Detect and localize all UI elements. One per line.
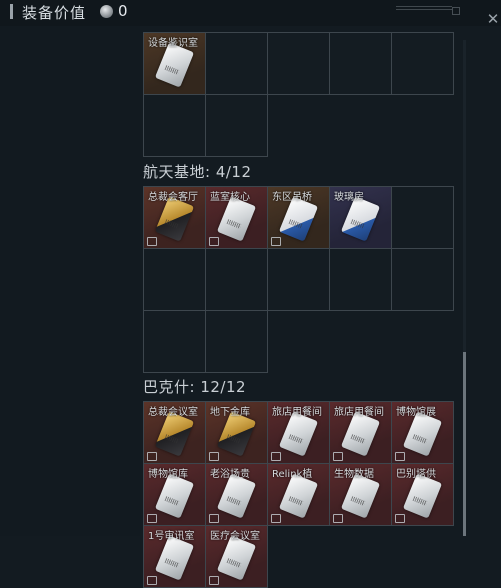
item-cell[interactable]: 老浴场贵 xyxy=(206,464,268,526)
keycard-icon xyxy=(402,411,443,457)
empty-slot xyxy=(330,249,392,311)
empty-slot xyxy=(206,249,268,311)
collected-icon xyxy=(209,452,219,461)
keycard-icon xyxy=(340,473,381,519)
header-accent-bar xyxy=(10,4,13,19)
empty-slot xyxy=(206,95,268,157)
page-title: 装备价值 xyxy=(22,4,87,22)
item-cell[interactable]: 玻璃房 xyxy=(330,187,392,249)
faint-box-icon xyxy=(452,7,460,15)
item-label: 总裁会议室 xyxy=(148,407,198,418)
item-label: 玻璃房 xyxy=(334,192,364,203)
scrollbar-thumb[interactable] xyxy=(463,352,466,536)
item-cell[interactable]: 旅店用餐间 xyxy=(330,402,392,464)
keycard-icon xyxy=(216,196,257,242)
keycard-icon xyxy=(278,196,319,242)
keycard-icon xyxy=(154,473,195,519)
collected-icon xyxy=(271,237,281,246)
collected-icon xyxy=(333,514,343,523)
empty-slot xyxy=(144,249,206,311)
equipment-value: 0 xyxy=(118,2,128,20)
keycard-icon xyxy=(154,411,195,457)
empty-slot xyxy=(392,187,454,249)
collected-icon xyxy=(209,237,219,246)
item-label: 巴别塔供 xyxy=(396,469,436,480)
item-cell[interactable]: 总裁会议室 xyxy=(144,402,206,464)
item-label: 设备鉴识室 xyxy=(148,38,198,49)
item-label: 老浴场贵 xyxy=(210,469,250,480)
empty-slot xyxy=(392,249,454,311)
grid-section-1: 总裁会客厅 蓝室核心 东区吊桥 玻璃房 xyxy=(143,186,454,373)
collected-icon xyxy=(147,452,157,461)
collected-icon xyxy=(395,452,405,461)
empty-slot xyxy=(330,33,392,95)
item-cell[interactable]: 博物馆展 xyxy=(392,402,454,464)
item-cell[interactable]: 总裁会客厅 xyxy=(144,187,206,249)
grid-section-0: 设备鉴识室 xyxy=(143,32,454,157)
faint-text-lines xyxy=(396,6,452,13)
collected-icon xyxy=(271,452,281,461)
section-heading-bakhsh: 巴克什: 12/12 xyxy=(143,378,247,396)
item-cell[interactable]: 1号审讯室 xyxy=(144,526,206,588)
grid-section-2: 总裁会议室 地下金库 旅店用餐间 旅店用餐间 博物馆展 博物馆库 老浴场贵 Re… xyxy=(143,401,454,588)
keycard-icon xyxy=(216,535,257,581)
keycard-icon xyxy=(340,196,381,242)
keycard-icon xyxy=(216,473,257,519)
collected-icon xyxy=(147,514,157,523)
collected-icon xyxy=(333,452,343,461)
left-panel xyxy=(0,26,140,536)
item-label: 总裁会客厅 xyxy=(148,192,198,203)
keycard-icon xyxy=(340,411,381,457)
keycard-icon xyxy=(154,42,195,88)
collected-icon xyxy=(209,514,219,523)
item-label: 地下金库 xyxy=(210,407,250,418)
empty-slot xyxy=(206,33,268,95)
collected-icon xyxy=(395,514,405,523)
keycard-icon xyxy=(154,535,195,581)
empty-slot xyxy=(268,249,330,311)
empty-slot xyxy=(144,95,206,157)
section-heading-aerospace: 航天基地: 4/12 xyxy=(143,163,252,181)
item-label: 博物馆展 xyxy=(396,407,436,418)
item-cell[interactable]: 旅店用餐间 xyxy=(268,402,330,464)
item-label: 1号审讯室 xyxy=(148,531,195,542)
empty-slot xyxy=(268,33,330,95)
item-cell[interactable]: Relink植 xyxy=(268,464,330,526)
item-label: 生物数据 xyxy=(334,469,374,480)
keycard-icon xyxy=(154,196,195,242)
item-cell[interactable]: 医疗会议室 xyxy=(206,526,268,588)
keycard-icon xyxy=(402,473,443,519)
item-label: 医疗会议室 xyxy=(210,531,260,542)
empty-slot xyxy=(144,311,206,373)
item-cell[interactable]: 巴别塔供 xyxy=(392,464,454,526)
item-label: 旅店用餐间 xyxy=(334,407,384,418)
collected-icon xyxy=(209,576,219,585)
collected-icon xyxy=(147,576,157,585)
item-cell[interactable]: 博物馆库 xyxy=(144,464,206,526)
keycard-icon xyxy=(278,411,319,457)
close-icon[interactable]: ✕ xyxy=(486,12,500,27)
item-cell[interactable]: 地下金库 xyxy=(206,402,268,464)
item-label: 博物馆库 xyxy=(148,469,188,480)
item-cell[interactable]: 设备鉴识室 xyxy=(144,33,206,95)
collected-icon xyxy=(271,514,281,523)
item-label: 旅店用餐间 xyxy=(272,407,322,418)
item-label: 蓝室核心 xyxy=(210,192,250,203)
keycard-icon xyxy=(216,411,257,457)
coin-icon xyxy=(100,5,113,18)
item-label: Relink植 xyxy=(272,469,313,480)
empty-slot xyxy=(392,33,454,95)
item-cell[interactable]: 东区吊桥 xyxy=(268,187,330,249)
empty-slot xyxy=(206,311,268,373)
item-cell[interactable]: 生物数据 xyxy=(330,464,392,526)
collected-icon xyxy=(147,237,157,246)
header-bar: 装备价值 0 xyxy=(0,0,501,26)
keycard-icon xyxy=(278,473,319,519)
item-cell[interactable]: 蓝室核心 xyxy=(206,187,268,249)
item-label: 东区吊桥 xyxy=(272,192,312,203)
